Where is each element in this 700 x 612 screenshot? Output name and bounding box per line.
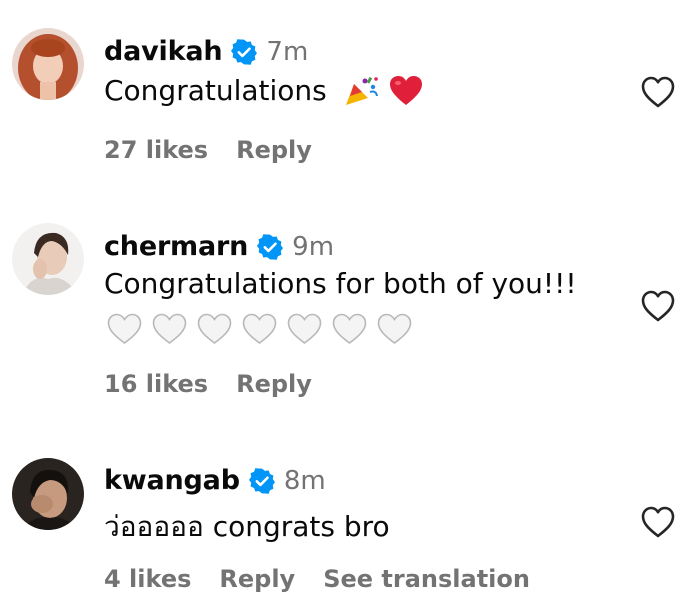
comment-meta: 4 likes Reply See translation (104, 565, 530, 593)
comment-body: ว่อออออ congrats bro (104, 510, 390, 543)
timestamp: 8m (283, 465, 326, 496)
likes-count[interactable]: 4 likes (104, 565, 191, 593)
avatar[interactable] (12, 458, 84, 530)
comment-text: ว่อออออ congrats bro (104, 505, 390, 549)
comment-header: kwangab 8m (104, 465, 326, 496)
like-heart-icon[interactable] (640, 505, 676, 539)
reply-button[interactable]: Reply (219, 565, 295, 593)
see-translation-button[interactable]: See translation (323, 565, 530, 593)
verified-badge-icon (248, 467, 275, 494)
comment-item: kwangab 8m ว่อออออ congrats bro 4 likes … (0, 0, 700, 612)
username[interactable]: kwangab (104, 465, 240, 496)
